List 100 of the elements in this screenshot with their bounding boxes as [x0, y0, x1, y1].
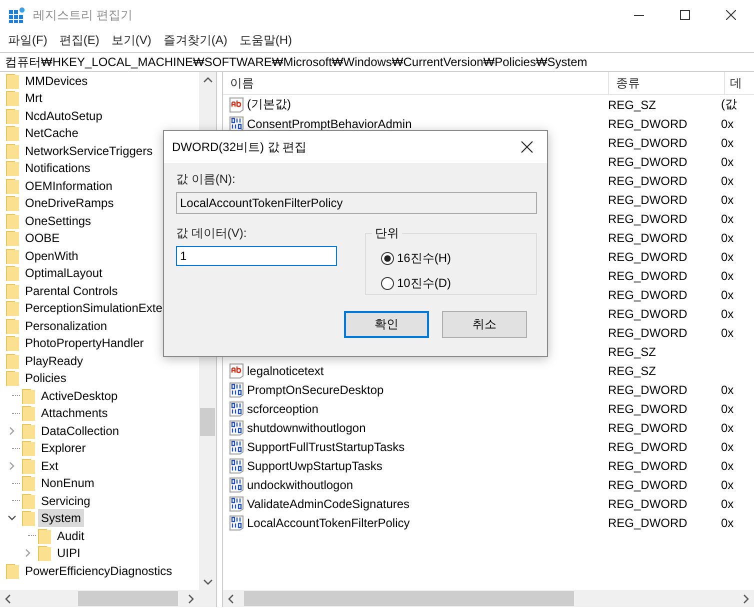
tree-item[interactable]: Audit	[54, 526, 88, 545]
collapse-chevron-icon[interactable]	[8, 514, 16, 522]
value-name[interactable]: ValidateAdminCodeSignatures	[247, 496, 410, 510]
folder-icon	[6, 142, 20, 159]
table-cell-text: 0x	[720, 382, 735, 396]
close-icon[interactable]	[726, 10, 736, 20]
radio-button[interactable]	[381, 252, 394, 265]
binary-value-icon	[229, 458, 245, 474]
menu-item[interactable]: 도움말(H)	[233, 32, 298, 48]
address-bar[interactable]: 컴퓨터₩HKEY_LOCAL_MACHINE₩SOFTWARE₩Microsoft₩Windows₩CurrentVersion₩Policies₩System	[0, 52, 754, 72]
tree-item[interactable]: Parental Controls	[22, 282, 121, 300]
folder-icon	[6, 300, 20, 316]
tree-item[interactable]: PowerEfficiencyDiagnostics	[22, 562, 176, 580]
field-label: 값 이름(N):	[176, 172, 236, 186]
value-name[interactable]: (기본값)	[247, 96, 291, 113]
value-name[interactable]: undockwithoutlogon	[247, 478, 354, 492]
tree-item[interactable]: OptimalLayout	[22, 264, 106, 282]
expand-chevron-icon[interactable]	[8, 462, 16, 470]
tree-item[interactable]: Personalization	[22, 316, 110, 335]
ok-button[interactable]: 확인	[344, 311, 429, 338]
tree-item[interactable]: DataCollection	[38, 422, 122, 440]
tree-item[interactable]: MMDevices	[22, 72, 91, 90]
tree-item[interactable]: NcdAutoSetup	[22, 106, 106, 125]
value-name[interactable]: SupportFullTrustStartupTasks	[247, 440, 405, 454]
scroll-up-icon[interactable]	[202, 77, 212, 83]
tree-item[interactable]: PlayReady	[22, 352, 86, 370]
tree-item[interactable]: Servicing	[38, 492, 94, 510]
value-name[interactable]: legalnoticetext	[247, 364, 324, 378]
value-name-field[interactable]: LocalAccountTokenFilterPolicy	[176, 192, 537, 214]
window-title: 레지스트리 편집기	[33, 6, 132, 24]
table-cell-text: REG_DWORD	[607, 212, 688, 226]
folder-icon	[38, 545, 52, 562]
tree-item[interactable]: UIPI	[54, 544, 84, 562]
binary-value-icon	[229, 420, 245, 436]
folder-icon	[6, 72, 20, 89]
menu-item[interactable]: 편집(E)	[53, 32, 106, 48]
tree-item[interactable]: NonEnum	[38, 474, 98, 492]
folder-icon	[6, 212, 20, 229]
table-cell-text: 0x	[720, 458, 735, 472]
value-name[interactable]: PromptOnSecureDesktop	[247, 382, 384, 396]
menu-item[interactable]: 파일(F)	[2, 32, 54, 48]
tree-item[interactable]: PerceptionSimulationExte	[22, 299, 166, 318]
menu-item[interactable]: 즐겨찾기(A)	[157, 32, 234, 48]
scroll-left-icon[interactable]	[228, 594, 234, 604]
tree-item[interactable]: Notifications	[22, 159, 94, 178]
scroll-right-icon[interactable]	[743, 594, 749, 604]
value-name[interactable]: shutdownwithoutlogon	[247, 420, 366, 434]
scroll-left-icon[interactable]	[5, 594, 11, 604]
table-cell-text: REG_DWORD	[607, 116, 688, 130]
column-header[interactable]: 종류	[609, 72, 725, 94]
table-cell-text: REG_DWORD	[607, 516, 688, 530]
column-header[interactable]: 데	[725, 72, 754, 94]
table-cell-text: 0x	[720, 516, 735, 530]
tree-item[interactable]: Mrt	[22, 89, 46, 108]
tree-item[interactable]: System	[38, 509, 84, 528]
tree-item[interactable]: ActiveDesktop	[38, 386, 121, 405]
tree-item[interactable]: OpenWith	[22, 246, 82, 265]
table-cell-text: REG_DWORD	[607, 154, 688, 168]
table-cell-text: REG_DWORD	[607, 440, 688, 454]
binary-value-icon	[229, 438, 245, 454]
tree-item[interactable]: NetCache	[22, 124, 82, 142]
menu-item[interactable]: 보기(V)	[105, 32, 158, 48]
folder-icon	[6, 178, 20, 194]
value-name[interactable]: SupportUwpStartupTasks	[247, 458, 382, 472]
value-name[interactable]: ConsentPromptBehaviorAdmin	[247, 116, 412, 130]
folder-icon	[22, 440, 36, 456]
folder-icon	[6, 265, 20, 282]
table-cell-text: REG_DWORD	[607, 496, 688, 510]
cancel-button[interactable]: 취소	[442, 311, 527, 338]
scroll-right-icon[interactable]	[188, 594, 194, 604]
tree-item[interactable]: NetworkServiceTriggers	[22, 142, 156, 160]
tree-item[interactable]: OEMInformation	[22, 176, 116, 195]
table-cell-text: 0x	[720, 250, 735, 264]
radio-button[interactable]	[381, 277, 394, 290]
value-data-field[interactable]: 1	[176, 246, 337, 266]
tree-item[interactable]: Explorer	[38, 439, 89, 458]
tree-item[interactable]: OneSettings	[22, 212, 94, 230]
tree-item[interactable]: Attachments	[38, 404, 111, 422]
tree-item[interactable]: OOBE	[22, 229, 63, 248]
tree-item[interactable]: OneDriveRamps	[22, 194, 117, 212]
table-cell-text: REG_DWORD	[607, 174, 688, 188]
scrollbar-thumb[interactable]	[200, 408, 215, 436]
tree-item[interactable]: PhotoPropertyHandler	[22, 334, 147, 352]
scrollbar-thumb[interactable]	[244, 591, 574, 606]
binary-value-icon	[229, 514, 245, 530]
value-name[interactable]: scforceoption	[247, 402, 318, 416]
close-icon[interactable]	[521, 141, 533, 153]
expand-chevron-icon[interactable]	[24, 549, 32, 558]
tree-item[interactable]: Ext	[38, 456, 62, 475]
expand-chevron-icon[interactable]	[8, 426, 16, 435]
column-header[interactable]: 이름	[223, 72, 609, 94]
folder-icon	[6, 352, 20, 369]
scrollbar-thumb[interactable]	[78, 591, 178, 606]
tree-item[interactable]: Policies	[22, 369, 70, 388]
radio-label[interactable]: 16진수(H)	[397, 250, 452, 267]
folder-icon	[6, 370, 20, 386]
value-name[interactable]: LocalAccountTokenFilterPolicy	[247, 516, 410, 530]
maximize-icon[interactable]	[680, 10, 690, 20]
scroll-down-icon[interactable]	[202, 579, 212, 585]
radio-label[interactable]: 10진수(D)	[397, 275, 452, 292]
